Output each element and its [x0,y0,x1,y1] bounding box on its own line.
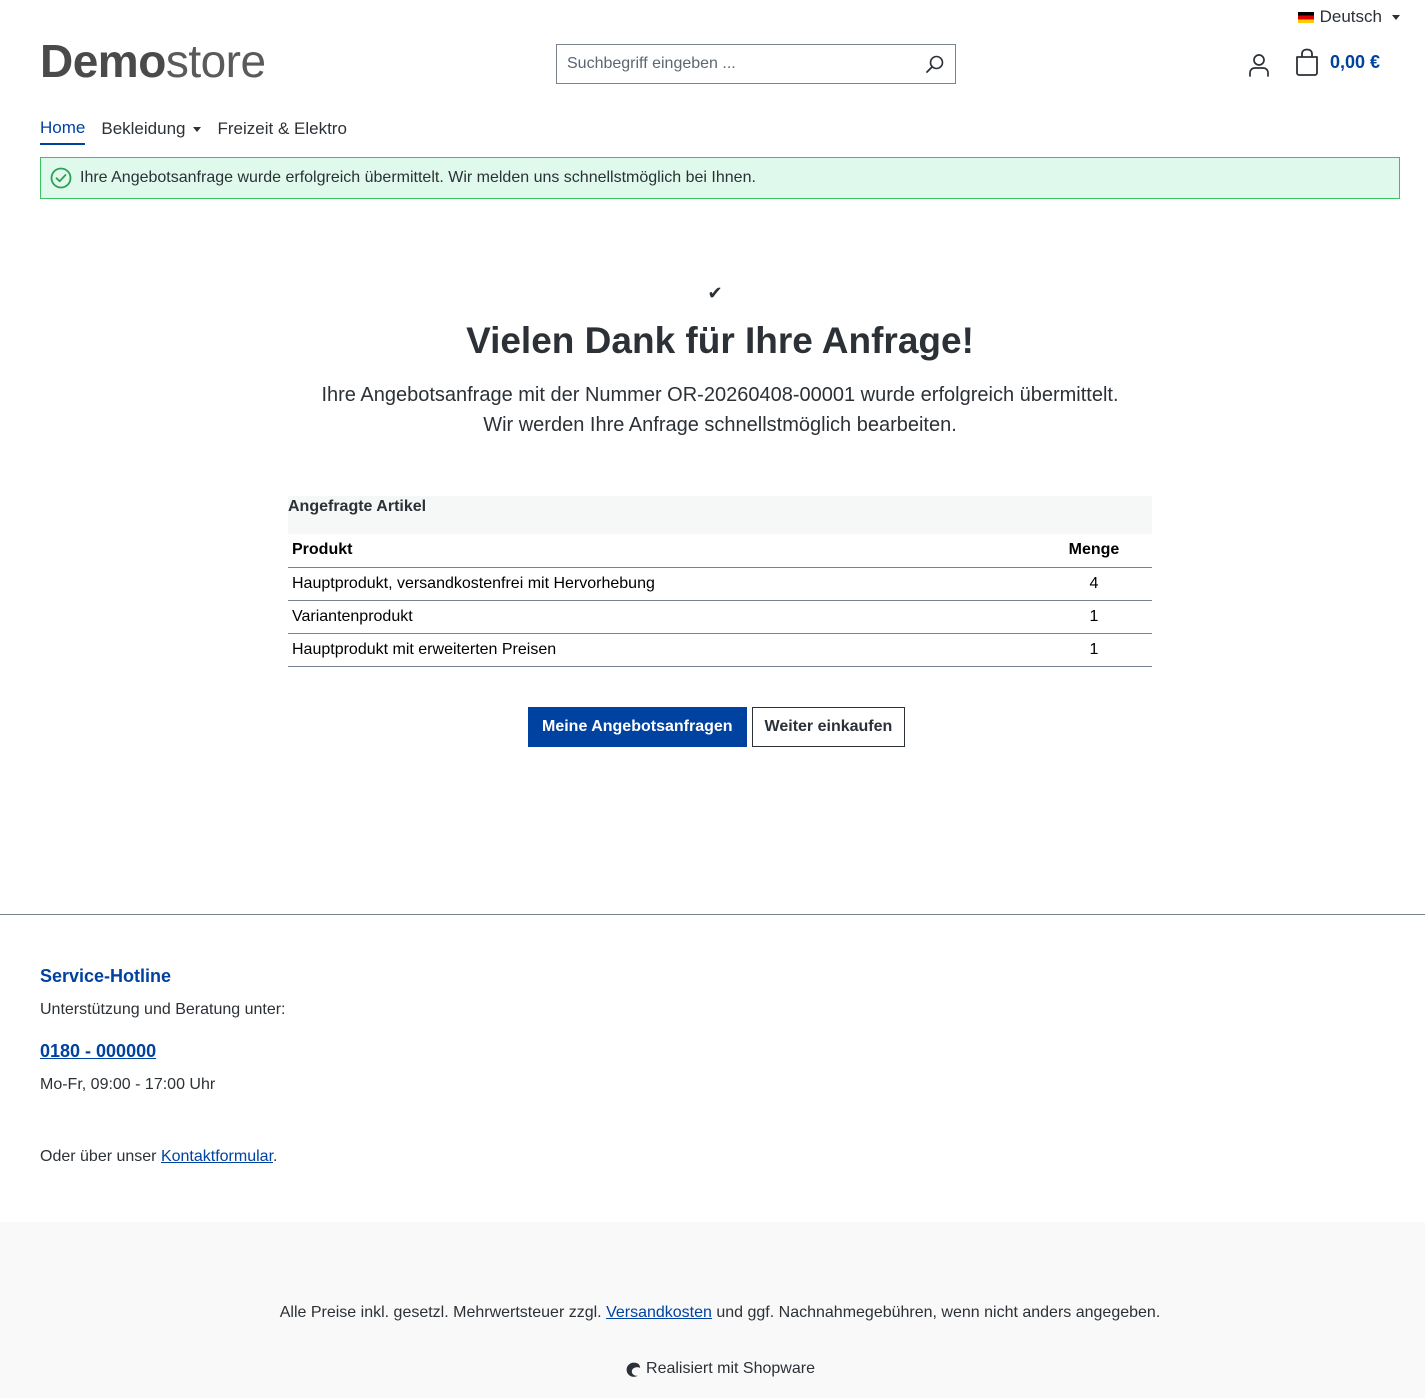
german-flag-icon [1297,11,1314,23]
hotline-title: Service-Hotline [40,966,172,986]
search-bar [556,44,956,84]
nav-item-label: Freizeit & Elektro [217,119,347,138]
product-name: Hauptprodukt mit erweiterten Preisen [288,633,1036,667]
store-logo[interactable]: Demostore [40,36,266,86]
table-row: Variantenprodukt 1 [288,600,1152,634]
vat-suffix: und ggf. Nachnahmegebühren, wenn nicht a… [711,1304,1161,1321]
logo-light-text: store [165,35,266,87]
column-header-product: Produkt [288,534,1036,568]
logo-bold-text: Demo [40,35,166,87]
vat-notice: Alle Preise inkl. gesetzl. Mehrwertsteue… [0,1304,1425,1322]
success-alert: Ihre Angebotsanfrage wurde erfolgreich ü… [40,157,1400,199]
continue-shopping-button[interactable]: Weiter einkaufen [751,707,906,747]
user-icon [1249,54,1269,77]
chevron-down-icon [1392,14,1400,20]
language-switcher[interactable]: Deutsch [1297,7,1400,27]
product-quantity: 1 [1036,600,1152,634]
my-quote-requests-button[interactable]: Meine Angebotsanfragen [528,707,747,747]
cart-button[interactable]: 0,00 € [1294,48,1380,76]
account-button[interactable] [1245,51,1273,79]
product-quantity: 1 [1036,633,1152,667]
footer-bottom: Alle Preise inkl. gesetzl. Mehrwertsteue… [0,1222,1425,1398]
table-row: Hauptprodukt, versandkostenfrei mit Herv… [288,567,1152,601]
table-caption: Angefragte Artikel [288,496,1152,534]
nav-item-home[interactable]: Home [40,118,86,145]
cart-total: 0,00 € [1330,51,1381,72]
search-input[interactable] [557,45,915,83]
contact-prefix: Oder über unser [40,1148,161,1165]
product-quantity: 4 [1036,567,1152,601]
items-table: Produkt Menge Hauptprodukt, versandkoste… [288,534,1152,667]
product-name: Hauptprodukt, versandkostenfrei mit Herv… [288,567,1036,601]
table-header-row: Produkt Menge [288,534,1152,568]
nav-item-freizeit-elektro[interactable]: Freizeit & Elektro [217,118,346,145]
shopware-logo-icon [626,1362,641,1377]
contact-line: Oder über unser Kontaktformular. [40,1148,277,1166]
page-title: Vielen Dank für Ihre Anfrage! [466,320,974,361]
hotline-phone-link[interactable]: 0180 - 000000 [40,1041,156,1062]
main-navigation: Home Bekleidung Freizeit & Elektro [40,118,347,145]
chevron-down-icon [193,126,202,132]
vat-prefix: Alle Preise inkl. gesetzl. Mehrwertsteue… [279,1304,607,1321]
column-header-quantity: Menge [1036,534,1152,568]
product-name: Variantenprodukt [288,600,1036,634]
action-buttons: Meine Angebotsanfragen Weiter einkaufen [528,707,906,747]
nav-item-bekleidung[interactable]: Bekleidung [101,118,202,145]
nav-item-label: Bekleidung [101,119,186,138]
hotline-hours: Mo-Fr, 09:00 - 17:00 Uhr [40,1076,216,1093]
search-button[interactable] [915,45,955,83]
nav-item-label: Home [40,118,86,137]
language-label: Deutsch [1319,7,1382,26]
hotline-text: Unterstützung und Beratung unter: [40,1001,286,1018]
checkmark-icon: ✔ [707,283,723,303]
shipping-costs-link[interactable]: Versandkosten [606,1304,712,1321]
confirmation-text: Ihre Angebotsanfrage mit der Nummer OR-2… [0,380,1425,440]
confirmation-line-1: Ihre Angebotsanfrage mit der Nummer OR-2… [321,384,1119,406]
contact-suffix: . [273,1148,278,1165]
search-icon [926,55,944,73]
table-row: Hauptprodukt mit erweiterten Preisen 1 [288,633,1152,667]
contact-form-link[interactable]: Kontaktformular [161,1148,273,1165]
alert-text: Ihre Angebotsanfrage wurde erfolgreich ü… [80,169,756,186]
powered-by-text: Realisiert mit Shopware [646,1360,815,1377]
powered-by[interactable]: Realisiert mit Shopware [0,1360,1425,1378]
shopping-bag-icon [1296,48,1318,76]
check-circle-icon [50,167,72,189]
footer-divider [0,914,1425,915]
confirmation-line-2: Wir werden Ihre Anfrage schnellstmöglich… [483,414,957,436]
requested-items-table: Angefragte Artikel Produkt Menge Hauptpr… [288,496,1152,667]
